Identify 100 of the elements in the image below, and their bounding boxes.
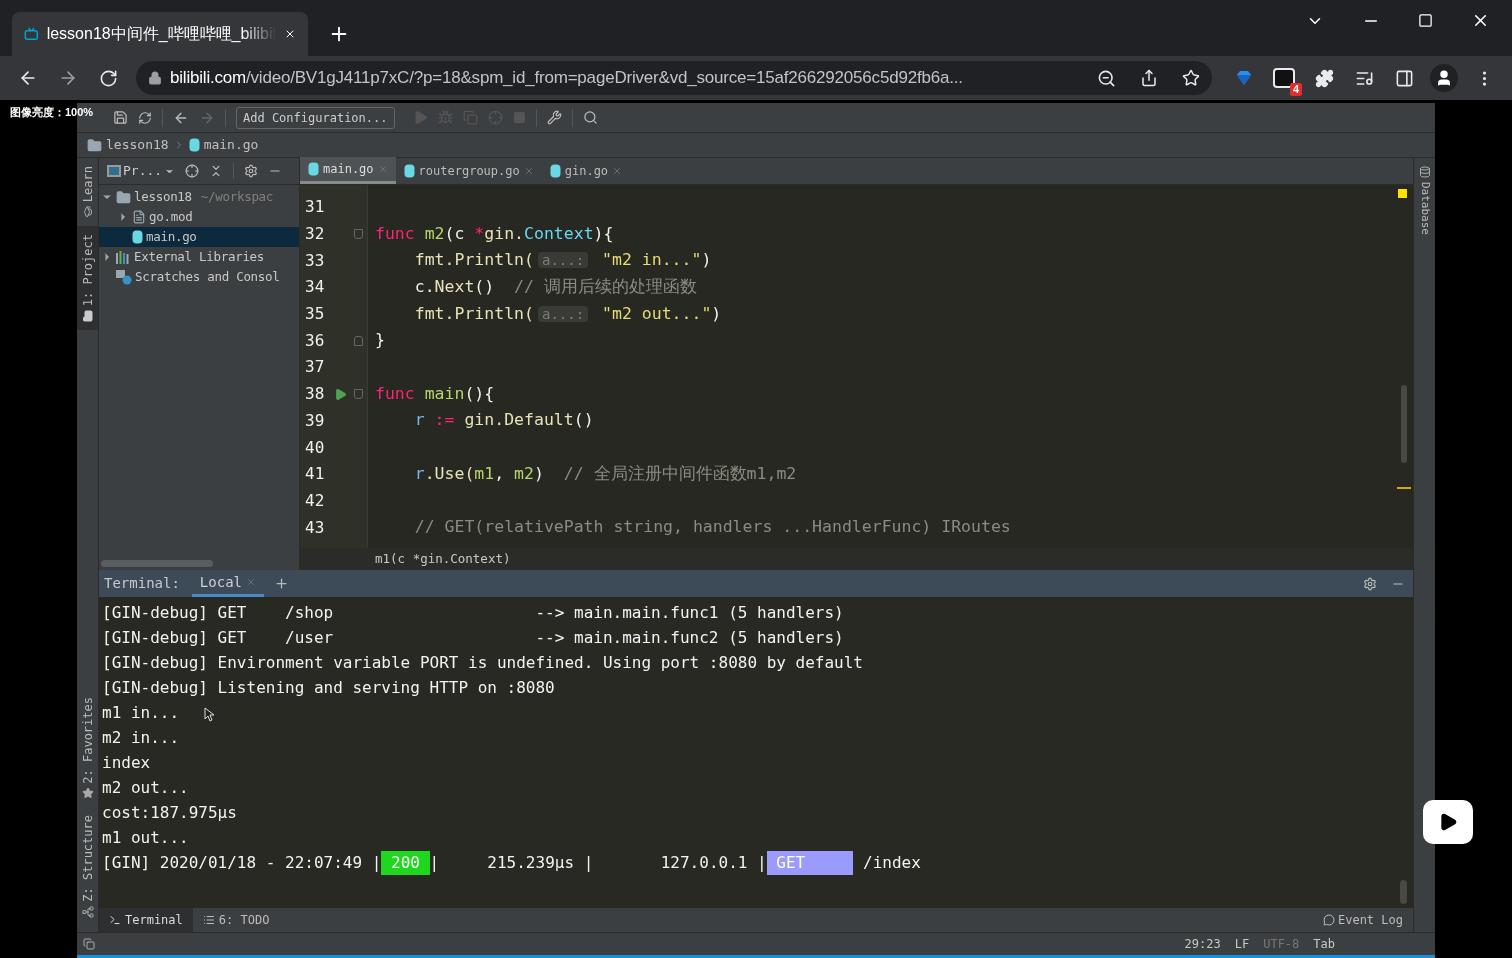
structure-icon xyxy=(81,906,94,918)
library-icon xyxy=(116,250,131,264)
breadcrumb-item[interactable]: lesson18 xyxy=(106,135,169,155)
tree-item[interactable]: go.mod xyxy=(99,207,299,227)
play-button-icon[interactable] xyxy=(1423,800,1473,844)
vertical-scrollbar[interactable] xyxy=(1401,385,1407,463)
line-number: 43 xyxy=(305,516,326,539)
status-item[interactable]: LF xyxy=(1234,935,1250,953)
tree-item[interactable]: Scratches and Consol xyxy=(99,267,299,287)
brightness-overlay: 图像亮度：100% xyxy=(10,105,94,120)
maximize-icon[interactable] xyxy=(1418,13,1433,28)
run-configuration-button[interactable]: Add Configuration... xyxy=(236,106,395,129)
code-line: func m2(c *gin.Context){ xyxy=(375,222,614,245)
notification-badge: 4 xyxy=(1289,83,1302,96)
editor-tab[interactable]: gin.go xyxy=(541,157,631,184)
folder-icon xyxy=(116,189,131,205)
code-line: c.Next() // 调用后续的处理函数 xyxy=(413,276,697,299)
zoom-out-icon[interactable] xyxy=(1097,68,1116,88)
line-number: 38 xyxy=(305,383,326,406)
go-file-icon xyxy=(132,230,143,244)
terminal-line: [GIN-debug] Listening and serving HTTP on :8080 xyxy=(102,676,555,699)
code-line: fmt.Println( a...: "m2 in...") xyxy=(413,249,712,272)
tool-window-label[interactable]: Z: Structure xyxy=(78,815,97,902)
tree-label: Scratches and Consol xyxy=(135,267,280,286)
graduation-cap-icon xyxy=(81,206,94,219)
tree-label: go.mod xyxy=(149,207,193,226)
share-icon[interactable] xyxy=(1140,69,1158,87)
terminal-line: m2 out... xyxy=(102,776,189,799)
terminal-line: index xyxy=(102,751,151,774)
code-line: r.Use(m1, m2) // 全局注册中间件函数m1,m2 xyxy=(413,462,797,485)
profile-avatar-icon[interactable] xyxy=(1430,64,1458,92)
terminal-line: cost:187.975µs xyxy=(102,801,237,824)
address-bar[interactable]: bilibili.com/video/BV1gJ411p7xC/?p=18&spm_id_from=pageDriver&vd_source=15af266292056c5d92fb6a... xyxy=(136,61,1212,95)
gem-icon[interactable] xyxy=(1235,69,1253,87)
toggle-panels-icon[interactable] xyxy=(83,938,95,950)
view-selector[interactable]: Pr... xyxy=(123,161,163,181)
terminal-line: m1 in... xyxy=(102,701,180,724)
breadcrumb-item[interactable]: main.go xyxy=(203,135,259,155)
tool-window-tab[interactable]: 6: TODO xyxy=(192,908,280,932)
line-number: 31 xyxy=(305,196,326,219)
tool-window-label[interactable]: Database xyxy=(1416,182,1433,235)
scratch-icon xyxy=(116,269,132,285)
side-panel-icon[interactable] xyxy=(1394,68,1414,88)
database-icon xyxy=(1418,166,1431,178)
go-file-icon xyxy=(403,163,415,178)
puzzle-icon[interactable] xyxy=(1314,68,1334,88)
reload-icon[interactable] xyxy=(98,68,118,88)
terminal-icon xyxy=(109,914,121,926)
line-number: 39 xyxy=(305,409,326,432)
tool-window-label[interactable]: Learn xyxy=(78,166,97,203)
tool-window-label[interactable]: 2: Favorites xyxy=(78,696,97,784)
tree-label: lesson18 xyxy=(134,187,192,206)
project-view-icon xyxy=(107,165,121,177)
go-file-icon xyxy=(549,163,561,178)
code-line: } xyxy=(375,329,385,352)
code-line: // GET(relativePath string, handlers ...HandlerFunc) IRoutes xyxy=(413,516,1011,539)
line-number: 33 xyxy=(305,249,326,272)
warning-marker[interactable] xyxy=(1398,189,1407,198)
list-icon xyxy=(202,914,215,926)
line-number: 40 xyxy=(305,436,326,459)
status-item[interactable]: Tab xyxy=(1313,935,1335,953)
code-line: r := gin.Default() xyxy=(413,409,594,432)
tree-item[interactable]: main.go xyxy=(99,227,299,247)
tool-window-tab[interactable]: Terminal xyxy=(99,908,193,932)
terminal-line: m2 in... xyxy=(102,726,180,749)
log-text: [GIN] 2020/01/18 - 22:07:49 | xyxy=(102,851,382,874)
terminal-line: [GIN-debug] Environment variable PORT is undefined. Using port :8080 by default xyxy=(102,651,863,674)
terminal-line: [GIN-debug] GET /shop --> main.main.func1 (5 handlers) xyxy=(102,601,844,624)
tree-item[interactable]: lesson18 ~/workspac xyxy=(99,187,299,207)
star-icon xyxy=(81,787,94,800)
line-number: 32 xyxy=(305,223,326,246)
save-icon[interactable] xyxy=(113,110,128,125)
run-gutter-icon[interactable] xyxy=(333,387,347,401)
sync-icon[interactable] xyxy=(138,110,152,125)
settings-icon[interactable] xyxy=(1363,576,1377,591)
extension-icon[interactable] xyxy=(1273,68,1295,88)
settings-icon[interactable] xyxy=(244,164,259,178)
code-line: fmt.Println( a...: "m2 out...") xyxy=(413,302,722,325)
horizontal-scrollbar[interactable] xyxy=(101,560,213,567)
line-number: 41 xyxy=(305,463,326,486)
file-icon xyxy=(132,210,146,224)
editor-tab[interactable]: routergroup.go xyxy=(395,157,542,184)
settings-wrench-icon[interactable] xyxy=(546,110,562,125)
line-number: 42 xyxy=(305,489,326,512)
bookmark-star-icon[interactable] xyxy=(1182,69,1200,87)
tree-item[interactable]: External Libraries xyxy=(99,247,299,267)
new-terminal-icon[interactable] xyxy=(274,576,289,591)
editor-tab[interactable]: main.go xyxy=(300,157,396,184)
change-marker xyxy=(1397,487,1411,489)
line-number: 37 xyxy=(305,356,326,379)
search-icon[interactable] xyxy=(582,110,598,125)
log-badge: GET xyxy=(766,850,854,875)
line-number: 36 xyxy=(305,329,326,352)
locate-icon[interactable] xyxy=(185,164,200,178)
lock-icon xyxy=(148,71,162,85)
context-breadcrumb[interactable]: m1(c *gin.Context) xyxy=(375,549,511,569)
folder-icon xyxy=(81,310,94,323)
status-item[interactable]: 29:23 xyxy=(1184,935,1221,953)
event-log-button[interactable]: Event Log xyxy=(1322,911,1403,929)
vertical-scrollbar[interactable] xyxy=(1400,880,1407,904)
